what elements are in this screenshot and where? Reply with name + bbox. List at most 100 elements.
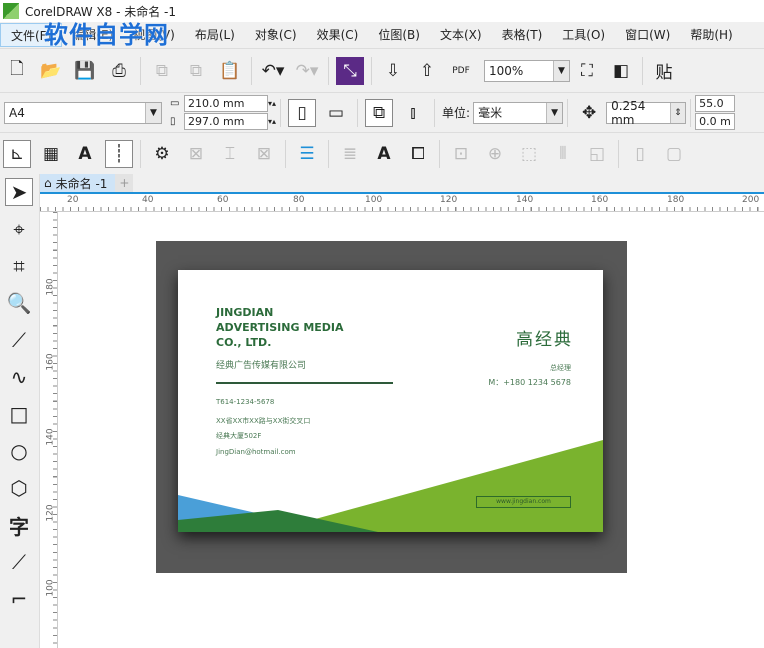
paste-icon[interactable]: 📋 bbox=[216, 57, 244, 85]
align-lines-icon[interactable]: ☰ bbox=[293, 140, 321, 168]
text-field-icon[interactable]: ⌶ bbox=[216, 140, 244, 168]
ruler-label: 200 bbox=[742, 195, 760, 205]
chevron-down-icon[interactable]: ▼ bbox=[546, 102, 563, 123]
menu-file[interactable]: 文件(F) bbox=[0, 23, 63, 47]
zoom-level-select[interactable]: 100% ▼ bbox=[484, 59, 570, 82]
menu-bitmaps[interactable]: 位图(B) bbox=[368, 23, 430, 47]
nudge-icon: ✥ bbox=[581, 102, 597, 123]
dimension-tool-icon[interactable]: ⟋ bbox=[5, 548, 33, 576]
insert-page-icon[interactable]: ⊠ bbox=[182, 140, 210, 168]
chevron-down-icon[interactable]: ▼ bbox=[553, 60, 569, 81]
chevron-down-icon[interactable]: ▼ bbox=[145, 102, 161, 123]
spinner-icon[interactable]: ▾▴ bbox=[268, 117, 276, 126]
border-icon[interactable]: ▢ bbox=[660, 140, 688, 168]
ellipse-tool-icon[interactable]: ○ bbox=[5, 437, 33, 465]
card-address: XX省XX市XX路与XX街交叉口 bbox=[216, 417, 311, 425]
duplicate-x-input[interactable]: 55.0 bbox=[695, 95, 736, 112]
page-width-input[interactable]: 210.0 mm bbox=[184, 95, 268, 112]
menu-text[interactable]: 文本(X) bbox=[430, 23, 492, 47]
frame-icon[interactable]: ▯ bbox=[626, 140, 654, 168]
nudge-distance-input[interactable]: 0.254 mm ⇕ bbox=[606, 99, 687, 127]
export-icon[interactable]: ⇧ bbox=[413, 57, 441, 85]
shape-tool-icon[interactable]: ⌖ bbox=[5, 215, 33, 243]
rectangle-tool-icon[interactable]: □ bbox=[5, 400, 33, 428]
paste-label[interactable]: 贴 bbox=[650, 57, 678, 85]
distribute-icon[interactable]: ⫴ bbox=[549, 140, 577, 168]
duplicate-y-input[interactable]: 0.0 m bbox=[695, 113, 736, 130]
group-icon[interactable]: ⬚ bbox=[515, 140, 543, 168]
undo-icon[interactable]: ↶▾ bbox=[259, 57, 287, 85]
menu-window[interactable]: 窗口(W) bbox=[615, 23, 680, 47]
menu-tools[interactable]: 工具(O) bbox=[552, 23, 615, 47]
spinner-icon[interactable]: ⇕ bbox=[669, 102, 686, 123]
text-baseline-icon[interactable]: A bbox=[370, 140, 398, 168]
full-screen-icon[interactable]: ⛶ bbox=[573, 57, 601, 85]
menu-layout[interactable]: 布局(L) bbox=[185, 23, 245, 47]
grid-icon[interactable]: ▦ bbox=[37, 140, 65, 168]
menu-table[interactable]: 表格(T) bbox=[492, 23, 553, 47]
align-icon[interactable]: ⊡ bbox=[447, 140, 475, 168]
standard-toolbar: 🗋 📂 💾 ⎙ ⧉ ⧉ 📋 ↶▾ ↷▾ ⤡ ⇩ ⇧ PDF 100% ▼ ⛶ ◧… bbox=[0, 48, 764, 92]
copy-icon[interactable]: ⧉ bbox=[182, 57, 210, 85]
snap-corner-icon[interactable]: ⧠ bbox=[404, 140, 432, 168]
page-settings-icon[interactable]: ⚙ bbox=[148, 140, 176, 168]
print-icon[interactable]: ⎙ bbox=[105, 57, 133, 85]
center-icon[interactable]: ⊕ bbox=[481, 140, 509, 168]
page-size-select[interactable]: A4 ▼ bbox=[4, 101, 162, 124]
scale-icon[interactable]: ◱ bbox=[583, 140, 611, 168]
business-card: JINGDIAN ADVERTISING MEDIA CO., LTD. 经典广… bbox=[178, 270, 603, 532]
menu-help[interactable]: 帮助(H) bbox=[680, 23, 742, 47]
portrait-icon[interactable]: ▯ bbox=[288, 98, 317, 127]
card-person-name: 高经典 bbox=[516, 330, 573, 350]
menu-object[interactable]: 对象(C) bbox=[245, 23, 307, 47]
add-tab-button[interactable]: + bbox=[115, 174, 134, 192]
snap-to-icon[interactable]: ◧ bbox=[607, 57, 635, 85]
card-mobile: M：+180 1234 5678 bbox=[488, 378, 571, 387]
home-icon[interactable]: ⌂ bbox=[44, 176, 52, 190]
new-document-icon[interactable]: 🗋 bbox=[3, 57, 31, 85]
import-icon[interactable]: ⇩ bbox=[379, 57, 407, 85]
separator bbox=[251, 56, 252, 85]
open-folder-icon[interactable]: 📂 bbox=[37, 57, 65, 85]
rulers-icon[interactable]: ⊾ bbox=[3, 139, 31, 168]
connector-tool-icon[interactable]: ⌐ bbox=[5, 585, 33, 613]
horizontal-ruler[interactable]: 20 40 60 80 100 120 140 160 180 200 bbox=[40, 194, 764, 212]
delete-page-icon[interactable]: ⊠ bbox=[250, 140, 278, 168]
options-toolbar: ⊾ ▦ A ┊ ⚙ ⊠ ⌶ ⊠ ☰ ≣ A ⧠ ⊡ ⊕ ⬚ ⫴ ◱ ▯ ▢ bbox=[0, 132, 764, 174]
cut-icon[interactable]: ⧉ bbox=[148, 57, 176, 85]
card-building: 经典大厦502F bbox=[216, 432, 262, 440]
ruler-label: 60 bbox=[217, 195, 229, 205]
pick-tool-icon[interactable]: ➤ bbox=[5, 178, 33, 206]
pdf-export-icon[interactable]: PDF bbox=[447, 57, 475, 85]
artistic-media-icon[interactable]: ∿ bbox=[5, 363, 33, 391]
search-content-icon[interactable]: ⤡ bbox=[336, 56, 364, 85]
unit-select[interactable]: 毫米 ▼ bbox=[473, 101, 564, 124]
guidelines-icon[interactable]: ┊ bbox=[105, 139, 133, 168]
crop-tool-icon[interactable]: ⌗ bbox=[5, 252, 33, 280]
separator bbox=[567, 98, 569, 127]
zoom-tool-icon[interactable]: 🔍 bbox=[5, 289, 33, 317]
separator bbox=[140, 139, 141, 168]
tab-document[interactable]: ⌂ 未命名 -1 bbox=[40, 174, 116, 192]
current-page-icon[interactable]: ⫾ bbox=[399, 99, 427, 127]
text-frame-icon[interactable]: ≣ bbox=[336, 140, 364, 168]
landscape-icon[interactable]: ▭ bbox=[322, 99, 350, 127]
separator bbox=[434, 98, 436, 127]
ruler-label: 20 bbox=[67, 195, 79, 205]
text-tool-icon[interactable]: 字 bbox=[5, 511, 33, 539]
spinner-icon[interactable]: ▾▴ bbox=[268, 99, 276, 108]
vertical-ruler[interactable]: 180 160 140 120 100 bbox=[40, 212, 58, 648]
page-height-input[interactable]: 297.0 mm bbox=[184, 113, 268, 130]
separator bbox=[328, 139, 329, 168]
menu-view[interactable]: 视图(V) bbox=[123, 23, 185, 47]
company-name-line2: ADVERTISING MEDIA bbox=[216, 321, 344, 334]
freehand-tool-icon[interactable]: ⟋ bbox=[5, 326, 33, 354]
menu-effects[interactable]: 效果(C) bbox=[307, 23, 369, 47]
polygon-tool-icon[interactable]: ⬡ bbox=[5, 474, 33, 502]
save-icon[interactable]: 💾 bbox=[71, 57, 99, 85]
baseline-grid-icon[interactable]: A bbox=[71, 140, 99, 168]
redo-icon[interactable]: ↷▾ bbox=[293, 57, 321, 85]
all-pages-icon[interactable]: ⧉ bbox=[365, 98, 394, 127]
page-dimensions: ▭ 210.0 mm ▾▴ ▯ 297.0 mm ▾▴ bbox=[170, 95, 276, 130]
menu-edit[interactable]: 编辑(E) bbox=[62, 23, 123, 47]
